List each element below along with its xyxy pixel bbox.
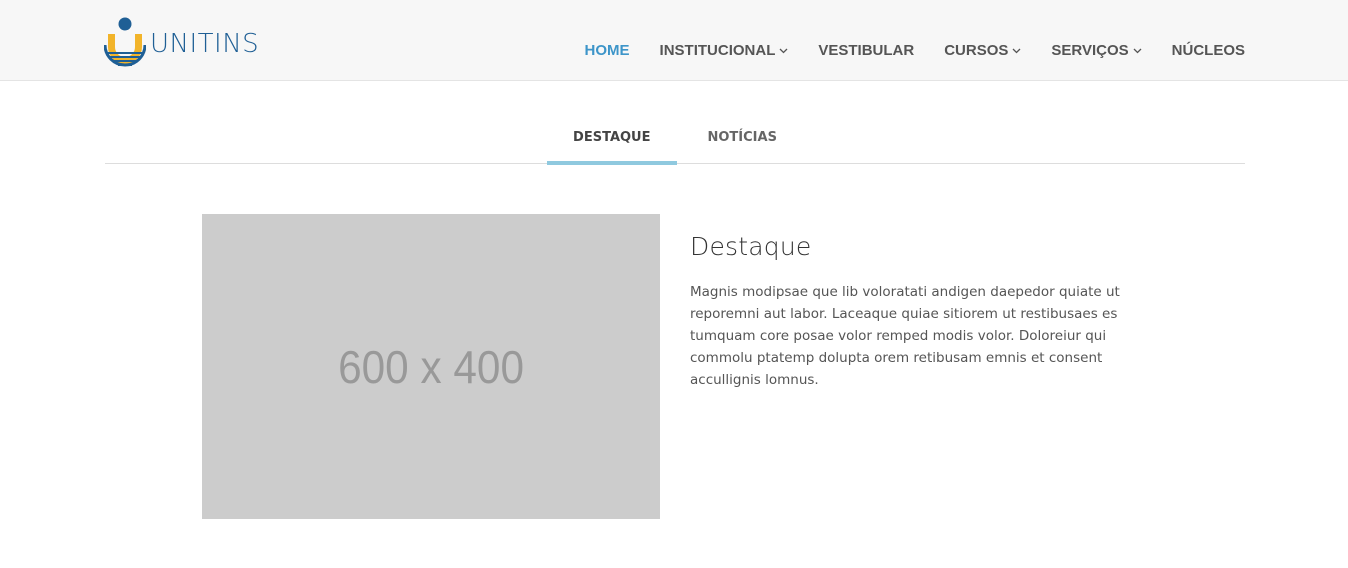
content-tabs: DESTAQUE NOTÍCIAS bbox=[105, 112, 1245, 165]
nav-nucleos-label: NÚCLEOS bbox=[1171, 42, 1245, 59]
logo-text: UNITINS bbox=[150, 29, 260, 59]
image-placeholder-label: 600 x 400 bbox=[338, 340, 524, 393]
site-header: UNITINS HOME INSTITUCIONAL VESTIBULAR CU… bbox=[0, 0, 1348, 81]
nav-institucional[interactable]: INSTITUCIONAL bbox=[660, 22, 789, 59]
tab-noticias[interactable]: NOTÍCIAS bbox=[682, 112, 803, 164]
chevron-down-icon bbox=[779, 46, 788, 55]
nav-home-label: HOME bbox=[584, 42, 630, 59]
nav-home[interactable]: HOME bbox=[585, 22, 630, 59]
nav-vestibular-label: VESTIBULAR bbox=[818, 42, 915, 59]
chevron-down-icon bbox=[1012, 46, 1021, 55]
nav-nucleos[interactable]: NÚCLEOS bbox=[1172, 22, 1245, 59]
feature-image-placeholder: 600 x 400 bbox=[202, 214, 660, 519]
feature-title: Destaque bbox=[690, 232, 812, 261]
nav-cursos[interactable]: CURSOS bbox=[944, 22, 1021, 59]
nav-cursos-label: CURSOS bbox=[944, 42, 1009, 59]
feature-body: Magnis modipsae que lib voloratati andig… bbox=[690, 284, 1120, 388]
site-logo[interactable]: UNITINS bbox=[104, 16, 259, 68]
feature-text: Destaque Magnis modipsae que lib volorat… bbox=[690, 232, 1120, 391]
nav-institucional-label: INSTITUCIONAL bbox=[659, 42, 776, 59]
nav-vestibular[interactable]: VESTIBULAR bbox=[818, 22, 914, 59]
unitins-logo-icon bbox=[104, 17, 146, 67]
tab-destaque[interactable]: DESTAQUE bbox=[547, 112, 677, 165]
main-nav: HOME INSTITUCIONAL VESTIBULAR CURSOS SER… bbox=[555, 0, 1245, 81]
nav-servicos[interactable]: SERVIÇOS bbox=[1051, 22, 1142, 59]
chevron-down-icon bbox=[1133, 46, 1142, 55]
nav-servicos-label: SERVIÇOS bbox=[1051, 42, 1129, 59]
